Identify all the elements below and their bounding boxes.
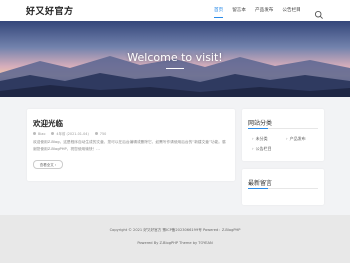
categories-title: 网站分类	[248, 120, 273, 127]
footer-powered-by: Powered By Z-BlogPHP Theme by TOYEAN	[137, 241, 213, 245]
main-nav: 首页 留言本 产品发布 公告栏目	[214, 0, 310, 21]
widget-divider	[248, 127, 318, 129]
latest-comments-title: 最新留言	[248, 180, 273, 187]
post-card: 欢迎光临 Biao 4年前 (2021-01-04) 750 欢迎使用Z-Blo…	[27, 109, 235, 181]
latest-comments-widget: 最新留言	[242, 169, 324, 205]
post-excerpt: 欢迎使用Z-Blog，这是程序自动生成的文章，您可以在后台编辑或删除它，如需写作…	[33, 140, 226, 151]
widget-divider	[248, 187, 318, 189]
post-views: 750	[94, 132, 106, 136]
categories-widget: 网站分类 未分类 产品发布 公告栏目	[242, 109, 324, 161]
post-author: Biao	[33, 132, 45, 136]
category-link[interactable]: 未分类	[252, 136, 268, 142]
user-icon	[33, 132, 36, 135]
footer-copyright: Copyright © 2021 好又好官方 豫ICP备2023066199号 …	[109, 228, 241, 232]
post-date: 4年前 (2021-01-04)	[51, 131, 89, 136]
nav-item-guestbook[interactable]: 留言本	[232, 0, 246, 21]
post-title[interactable]: 欢迎光临	[33, 118, 63, 129]
read-more-button[interactable]: 查看全文 ›	[33, 160, 63, 169]
hero-divider	[166, 68, 184, 69]
post-meta: Biao 4年前 (2021-01-04) 750	[33, 131, 112, 136]
category-link[interactable]: 产品发布	[286, 136, 306, 142]
search-icon	[314, 10, 323, 19]
hero-banner: Welcome to visit!	[0, 21, 350, 97]
site-logo[interactable]: 好又好官方	[26, 4, 74, 17]
nav-item-home[interactable]: 首页	[214, 0, 224, 21]
category-link[interactable]: 公告栏目	[252, 146, 272, 152]
nav-item-products[interactable]: 产品发布	[255, 0, 273, 21]
clock-icon	[51, 132, 55, 135]
footer: Copyright © 2021 好又好官方 豫ICP备2023066199号 …	[0, 215, 350, 263]
nav-item-announcements[interactable]: 公告栏目	[282, 0, 300, 21]
hero-title: Welcome to visit!	[127, 51, 223, 64]
top-navbar: 好又好官方 首页 留言本 产品发布 公告栏目	[0, 0, 350, 21]
search-button[interactable]	[314, 5, 324, 19]
eye-icon	[94, 132, 98, 135]
